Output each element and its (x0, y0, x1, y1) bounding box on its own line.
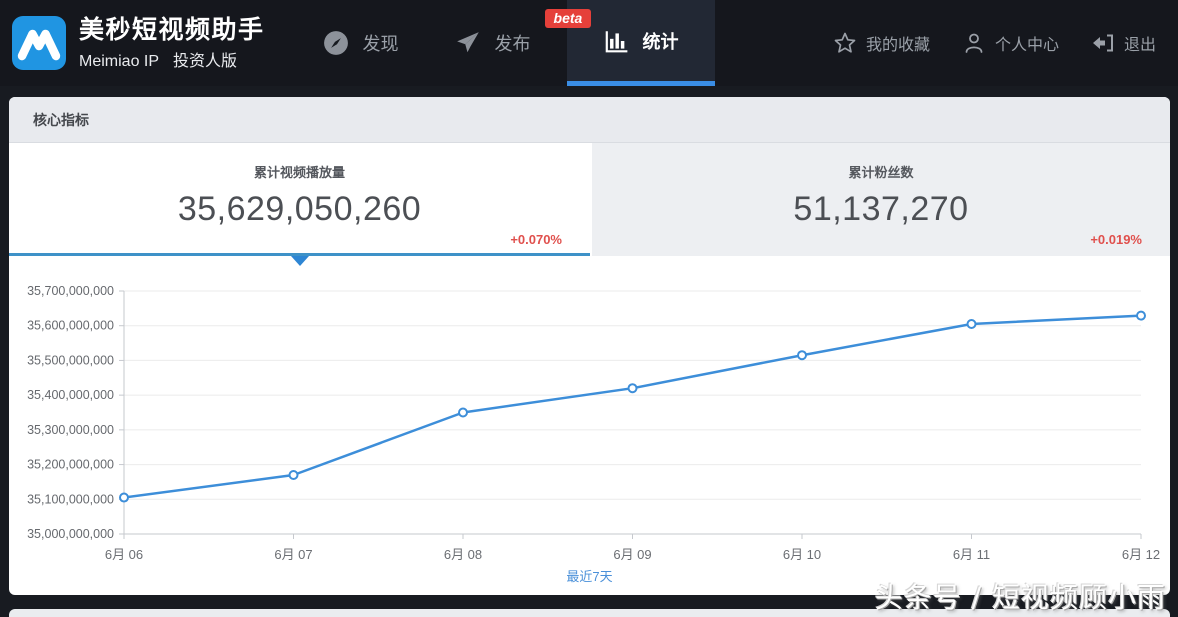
svg-text:6月 06: 6月 06 (105, 547, 143, 562)
svg-text:6月 09: 6月 09 (613, 547, 651, 562)
svg-text:35,600,000,000: 35,600,000,000 (27, 319, 114, 333)
nav-label-stats: 统计 (643, 28, 679, 54)
svg-text:35,200,000,000: 35,200,000,000 (27, 458, 114, 472)
user-icon (962, 31, 986, 55)
svg-text:35,700,000,000: 35,700,000,000 (27, 284, 114, 298)
metric-value: 51,137,270 (592, 190, 1170, 229)
brand-subtitle: Meimiao IP 投资人版 (79, 47, 265, 71)
nav-label-favorites: 我的收藏 (866, 31, 930, 55)
brand-text: 美秒短视频助手 Meimiao IP 投资人版 (79, 16, 265, 71)
metric-card-fans[interactable]: 累计粉丝数 51,137,270 +0.019% (592, 143, 1170, 256)
star-icon (833, 31, 857, 55)
top-navbar: 美秒短视频助手 Meimiao IP 投资人版 发现 beta (0, 0, 1178, 86)
brand-subtitle-cn: 投资人版 (173, 53, 237, 70)
metric-change-badge: +0.019% (1090, 232, 1142, 247)
page: 美秒短视频助手 Meimiao IP 投资人版 发现 beta (0, 0, 1178, 617)
panel-header: 核心指标 (9, 97, 1170, 143)
svg-text:6月 11: 6月 11 (953, 547, 990, 562)
nav-label-publish: 发布 (495, 30, 531, 56)
core-metrics-panel: 核心指标 累计视频播放量 35,629,050,260 +0.070% 累计粉丝… (9, 97, 1170, 595)
metric-card-video-plays[interactable]: 累计视频播放量 35,629,050,260 +0.070% (9, 143, 590, 256)
svg-text:6月 12: 6月 12 (1122, 547, 1160, 562)
svg-text:6月 10: 6月 10 (783, 547, 821, 562)
paper-plane-icon (455, 29, 483, 57)
nav-item-favorites[interactable]: 我的收藏 (833, 31, 930, 55)
line-chart: 35,700,000,000 35,600,000,000 35,500,000,0… (9, 256, 1170, 593)
nav-right: 我的收藏 个人中心 退出 (833, 31, 1156, 55)
metric-value: 35,629,050,260 (9, 190, 590, 229)
compass-icon (323, 29, 351, 57)
svg-text:35,500,000,000: 35,500,000,000 (27, 353, 114, 367)
nav-item-profile[interactable]: 个人中心 (962, 31, 1059, 55)
brand[interactable]: 美秒短视频助手 Meimiao IP 投资人版 (12, 16, 265, 71)
nav-label-logout: 退出 (1124, 31, 1156, 55)
line-chart-canvas: 35,700,000,000 35,600,000,000 35,500,000,0… (9, 256, 1170, 593)
metric-title: 累计视频播放量 (9, 143, 590, 181)
nav-label-discover: 发现 (363, 30, 399, 56)
panel-title: 核心指标 (33, 110, 89, 130)
beta-badge: beta (545, 9, 592, 28)
metric-change-badge: +0.070% (510, 232, 562, 247)
nav-item-publish[interactable]: beta 发布 (427, 0, 559, 86)
brand-title: 美秒短视频助手 (79, 16, 265, 44)
svg-text:35,400,000,000: 35,400,000,000 (27, 388, 114, 402)
svg-text:35,300,000,000: 35,300,000,000 (27, 423, 114, 437)
svg-text:35,100,000,000: 35,100,000,000 (27, 492, 114, 506)
brand-subtitle-en: Meimiao IP (79, 53, 159, 70)
metric-title: 累计粉丝数 (592, 143, 1170, 181)
bar-chart-icon (603, 27, 631, 55)
nav-item-logout[interactable]: 退出 (1091, 31, 1156, 55)
selected-card-arrow-icon (291, 256, 309, 266)
svg-text:6月 08: 6月 08 (444, 547, 482, 562)
nav-item-discover[interactable]: 发现 (295, 0, 427, 86)
svg-text:6月 07: 6月 07 (274, 547, 312, 562)
watermark: 头条号 / 短视频顾小雨 (875, 576, 1166, 616)
svg-text:35,000,000,000: 35,000,000,000 (27, 527, 114, 541)
nav-label-profile: 个人中心 (995, 31, 1059, 55)
logout-icon (1091, 31, 1115, 55)
main-nav: 发现 beta 发布 (295, 0, 715, 86)
metric-cards: 累计视频播放量 35,629,050,260 +0.070% 累计粉丝数 51,… (9, 143, 1170, 256)
meimiao-logo-icon (12, 16, 66, 70)
